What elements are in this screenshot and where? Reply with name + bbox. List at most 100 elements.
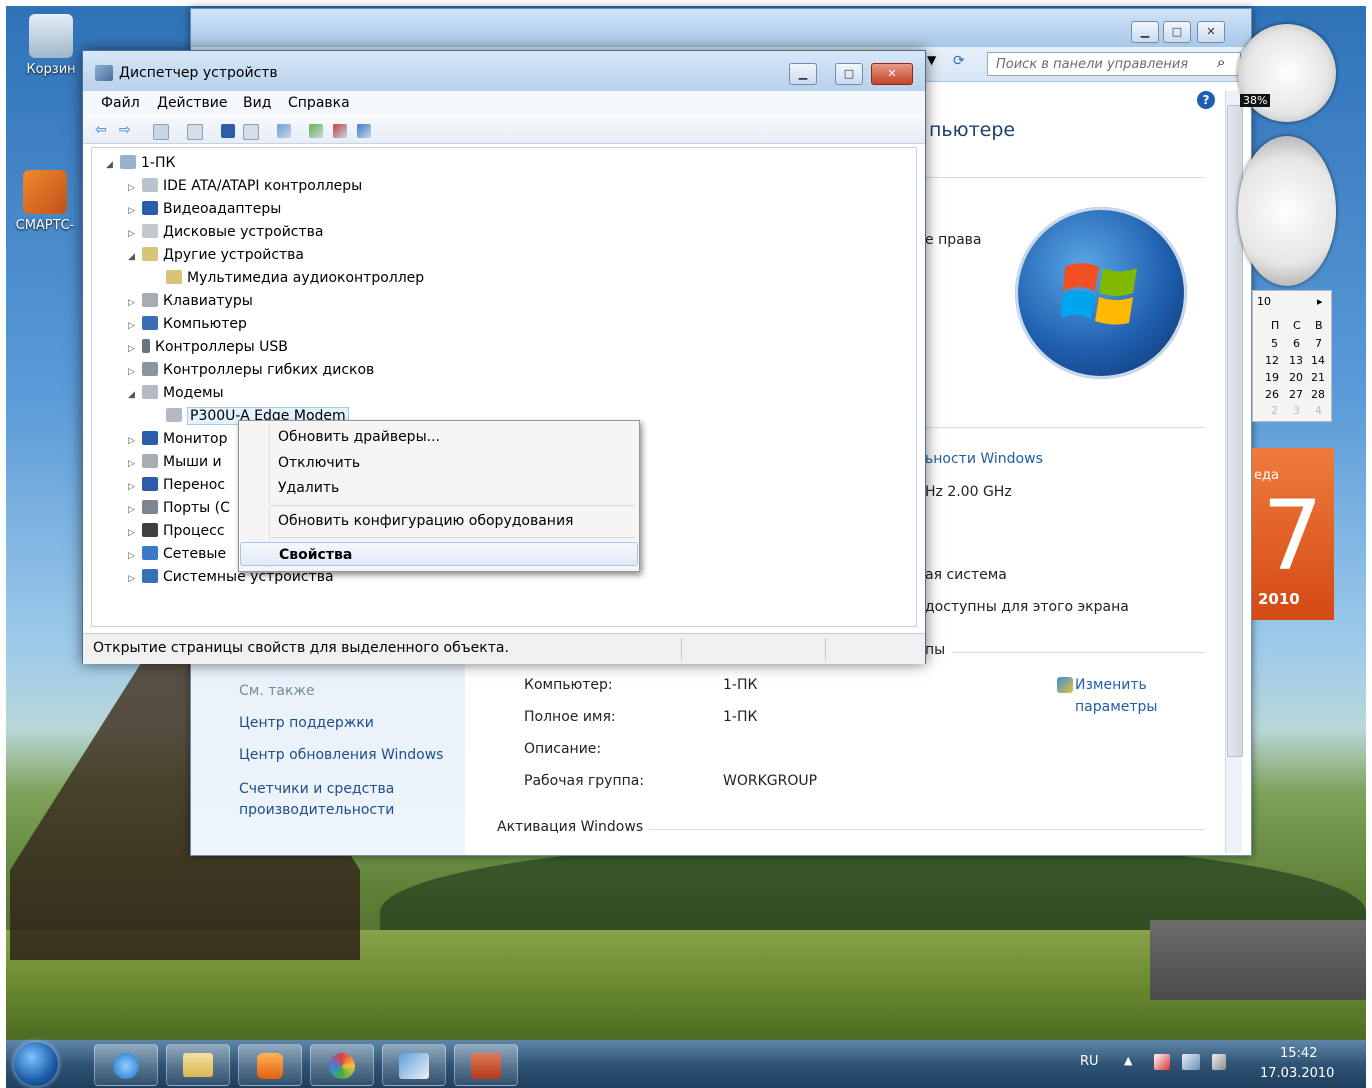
start-button[interactable] bbox=[14, 1042, 58, 1086]
recent-pages-dropdown-icon[interactable]: ▼ bbox=[927, 53, 936, 67]
system-minimize-button[interactable]: ▁ bbox=[1131, 21, 1159, 43]
menu-action[interactable]: Действие bbox=[157, 95, 227, 111]
calendar-day[interactable]: 3 bbox=[1293, 404, 1300, 417]
desktop-icon-recycle-bin[interactable]: Корзин bbox=[16, 14, 86, 77]
context-update-drivers[interactable]: Обновить драйверы... bbox=[240, 425, 638, 449]
back-arrow-icon[interactable]: ⇦ bbox=[95, 122, 107, 138]
menu-file[interactable]: Файл bbox=[101, 95, 140, 111]
calendar-day[interactable]: 14 bbox=[1311, 354, 1325, 367]
volume-icon[interactable] bbox=[1212, 1054, 1226, 1070]
system-close-button[interactable]: ✕ bbox=[1197, 21, 1225, 43]
expand-icon[interactable]: ▷ bbox=[128, 453, 142, 475]
language-indicator[interactable]: RU bbox=[1080, 1054, 1099, 1069]
calendar-day[interactable]: 28 bbox=[1311, 388, 1325, 401]
context-properties[interactable]: Свойства bbox=[240, 542, 638, 566]
tree-node-multimedia[interactable]: Мультимедиа аудиоконтроллер bbox=[152, 267, 424, 289]
tree-node-ide[interactable]: ▷ IDE ATA/ATAPI контроллеры bbox=[128, 175, 362, 197]
calendar-day[interactable]: 6 bbox=[1293, 337, 1300, 350]
calendar-gadget[interactable]: 10 ▸ П С В 5 6 7 12 13 14 19 20 21 26 27… bbox=[1252, 290, 1332, 422]
expand-icon[interactable]: ▷ bbox=[128, 430, 142, 452]
system-maximize-button[interactable]: □ bbox=[1163, 21, 1191, 43]
show-hidden-icons-icon[interactable]: ▲ bbox=[1124, 1054, 1132, 1067]
properties-icon[interactable] bbox=[187, 124, 203, 140]
expand-icon[interactable]: ▷ bbox=[128, 568, 142, 590]
cpu-meter-gadget[interactable]: 38% bbox=[1238, 24, 1336, 122]
expand-icon[interactable]: ▷ bbox=[128, 361, 142, 383]
network-icon[interactable] bbox=[1182, 1054, 1200, 1070]
calendar-day[interactable]: 20 bbox=[1289, 371, 1303, 384]
tree-node-usb[interactable]: ▷ Контроллеры USB bbox=[128, 336, 288, 358]
collapse-icon[interactable]: ◢ bbox=[106, 154, 120, 176]
tree-node-processors[interactable]: ▷ Процесс bbox=[128, 520, 225, 542]
expand-icon[interactable]: ▷ bbox=[128, 522, 142, 544]
calendar-day[interactable]: 5 bbox=[1271, 337, 1278, 350]
expand-icon[interactable]: ▷ bbox=[128, 223, 142, 245]
expand-icon[interactable]: ▷ bbox=[128, 545, 142, 567]
sidebar-link-windows-update[interactable]: Центр обновления Windows bbox=[239, 747, 443, 763]
calendar-day[interactable]: 2 bbox=[1271, 404, 1278, 417]
context-uninstall[interactable]: Удалить bbox=[240, 476, 638, 500]
taskbar-paint-button[interactable] bbox=[310, 1044, 374, 1086]
tree-node-other[interactable]: ◢ Другие устройства bbox=[128, 244, 304, 266]
calendar-day[interactable]: 13 bbox=[1289, 354, 1303, 367]
disable-device-icon[interactable] bbox=[357, 124, 371, 138]
calendar-day[interactable]: 7 bbox=[1315, 337, 1322, 350]
date-gadget[interactable]: еда 7 2010 bbox=[1252, 448, 1334, 620]
tree-node-ports[interactable]: ▷ Порты (С bbox=[128, 497, 230, 519]
collapse-icon[interactable]: ◢ bbox=[128, 384, 142, 406]
calendar-day[interactable]: 19 bbox=[1265, 371, 1279, 384]
clock-date[interactable]: 17.03.2010 bbox=[1260, 1066, 1334, 1081]
calendar-day[interactable]: 26 bbox=[1265, 388, 1279, 401]
dm-maximize-button[interactable]: □ bbox=[835, 63, 863, 85]
sidebar-link-performance[interactable]: Счетчики и средства производительности bbox=[239, 779, 459, 821]
help-icon[interactable]: ? bbox=[1197, 91, 1215, 109]
tree-node-display[interactable]: ▷ Видеоадаптеры bbox=[128, 198, 281, 220]
change-settings-link-line2[interactable]: параметры bbox=[1075, 699, 1157, 715]
search-input[interactable]: Поиск в панели управления bbox=[987, 52, 1241, 76]
help-toolbar-icon[interactable] bbox=[221, 124, 235, 138]
action-center-flag-icon[interactable] bbox=[1154, 1054, 1170, 1070]
calendar-day[interactable]: 4 bbox=[1315, 404, 1322, 417]
expand-icon[interactable]: ▷ bbox=[128, 476, 142, 498]
menu-help[interactable]: Справка bbox=[288, 95, 350, 111]
scan-hardware-icon[interactable] bbox=[277, 124, 291, 138]
menu-view[interactable]: Вид bbox=[243, 95, 271, 111]
taskbar-ie-button[interactable] bbox=[94, 1044, 158, 1086]
tree-node-disks[interactable]: ▷ Дисковые устройства bbox=[128, 221, 324, 243]
context-disable[interactable]: Отключить bbox=[240, 451, 638, 475]
change-settings-link[interactable]: Изменить bbox=[1075, 677, 1147, 693]
tree-node-mice[interactable]: ▷ Мыши и bbox=[128, 451, 222, 473]
tree-node-monitors[interactable]: ▷ Монитор bbox=[128, 428, 228, 450]
desktop-icon-smarts[interactable]: СМАРТС- bbox=[10, 170, 80, 233]
refresh-icon[interactable]: ⟳ bbox=[953, 53, 965, 69]
clock-gadget[interactable] bbox=[1238, 136, 1336, 286]
performance-index-link[interactable]: ьности Windows bbox=[925, 451, 1043, 467]
tree-node-modems[interactable]: ◢ Модемы bbox=[128, 382, 224, 404]
expand-icon[interactable]: ▷ bbox=[128, 315, 142, 337]
dm-minimize-button[interactable]: ▁ bbox=[789, 63, 817, 85]
dm-close-button[interactable]: ✕ bbox=[871, 63, 913, 85]
taskbar-media-player-button[interactable] bbox=[238, 1044, 302, 1086]
expand-icon[interactable]: ▷ bbox=[128, 292, 142, 314]
tree-node-root[interactable]: ◢ 1-ПК bbox=[106, 152, 175, 174]
tree-node-computer[interactable]: ▷ Компьютер bbox=[128, 313, 247, 335]
expand-icon[interactable]: ▷ bbox=[128, 177, 142, 199]
expand-icon[interactable]: ▷ bbox=[128, 499, 142, 521]
show-hide-console-icon[interactable] bbox=[153, 124, 169, 140]
tree-node-floppy[interactable]: ▷ Контроллеры гибких дисков bbox=[128, 359, 374, 381]
sidebar-link-action-center[interactable]: Центр поддержки bbox=[239, 715, 374, 731]
taskbar-device-manager-button[interactable] bbox=[454, 1044, 518, 1086]
search-icon[interactable]: ⌕ bbox=[1217, 53, 1225, 71]
expand-icon[interactable]: ▷ bbox=[128, 200, 142, 222]
collapse-icon[interactable]: ◢ bbox=[128, 246, 142, 268]
forward-arrow-icon[interactable]: ⇨ bbox=[119, 122, 131, 138]
calendar-next-icon[interactable]: ▸ bbox=[1317, 295, 1323, 308]
taskbar-explorer-button[interactable] bbox=[166, 1044, 230, 1086]
clock-time[interactable]: 15:42 bbox=[1280, 1046, 1317, 1061]
update-driver-icon[interactable] bbox=[309, 124, 323, 138]
expand-icon[interactable]: ▷ bbox=[128, 338, 142, 360]
taskbar-control-panel-button[interactable] bbox=[382, 1044, 446, 1086]
calendar-day[interactable]: 21 bbox=[1311, 371, 1325, 384]
tree-node-portable[interactable]: ▷ Перенос bbox=[128, 474, 225, 496]
uninstall-icon[interactable] bbox=[333, 124, 347, 138]
